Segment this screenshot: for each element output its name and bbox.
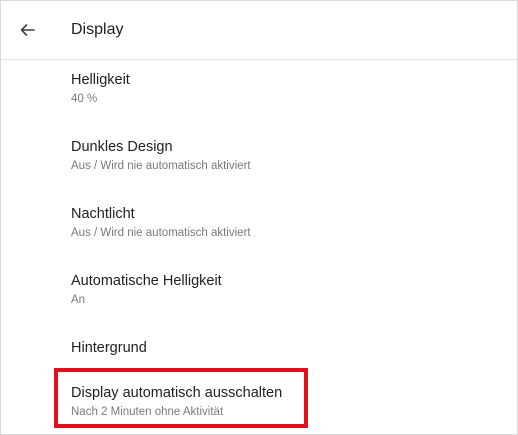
setting-brightness-summary: 40 % — [71, 93, 98, 105]
setting-night-light-title: Nachtlicht — [71, 206, 135, 222]
setting-screen-timeout-title: Display automatisch ausschalten — [71, 385, 283, 401]
setting-brightness[interactable]: Helligkeit 40 % — [71, 71, 491, 107]
setting-night-light-summary: Aus / Wird nie automatisch aktiviert — [71, 227, 251, 239]
app-bar: Display — [1, 1, 517, 60]
setting-screen-timeout[interactable]: Display automatisch ausschalten Nach 2 M… — [71, 384, 491, 420]
setting-dark-theme-summary: Aus / Wird nie automatisch aktiviert — [71, 160, 251, 172]
page-title: Display — [71, 21, 124, 38]
arrow-back-icon — [20, 24, 35, 36]
setting-auto-brightness-title: Automatische Helligkeit — [71, 273, 222, 289]
setting-dark-theme[interactable]: Dunkles Design Aus / Wird nie automatisc… — [71, 138, 491, 174]
setting-wallpaper-title: Hintergrund — [71, 340, 147, 356]
setting-screen-timeout-summary: Nach 2 Minuten ohne Aktivität — [71, 406, 224, 418]
setting-auto-brightness-summary: An — [71, 294, 86, 306]
display-settings-screen: Display Helligkeit 40 % Dunkles Design A… — [0, 0, 518, 435]
setting-dark-theme-title: Dunkles Design — [71, 139, 173, 155]
setting-brightness-title: Helligkeit — [71, 72, 130, 88]
setting-auto-brightness[interactable]: Automatische Helligkeit An — [71, 272, 491, 308]
setting-night-light[interactable]: Nachtlicht Aus / Wird nie automatisch ak… — [71, 205, 491, 241]
setting-wallpaper[interactable]: Hintergrund — [71, 339, 491, 357]
back-button[interactable] — [13, 16, 41, 44]
